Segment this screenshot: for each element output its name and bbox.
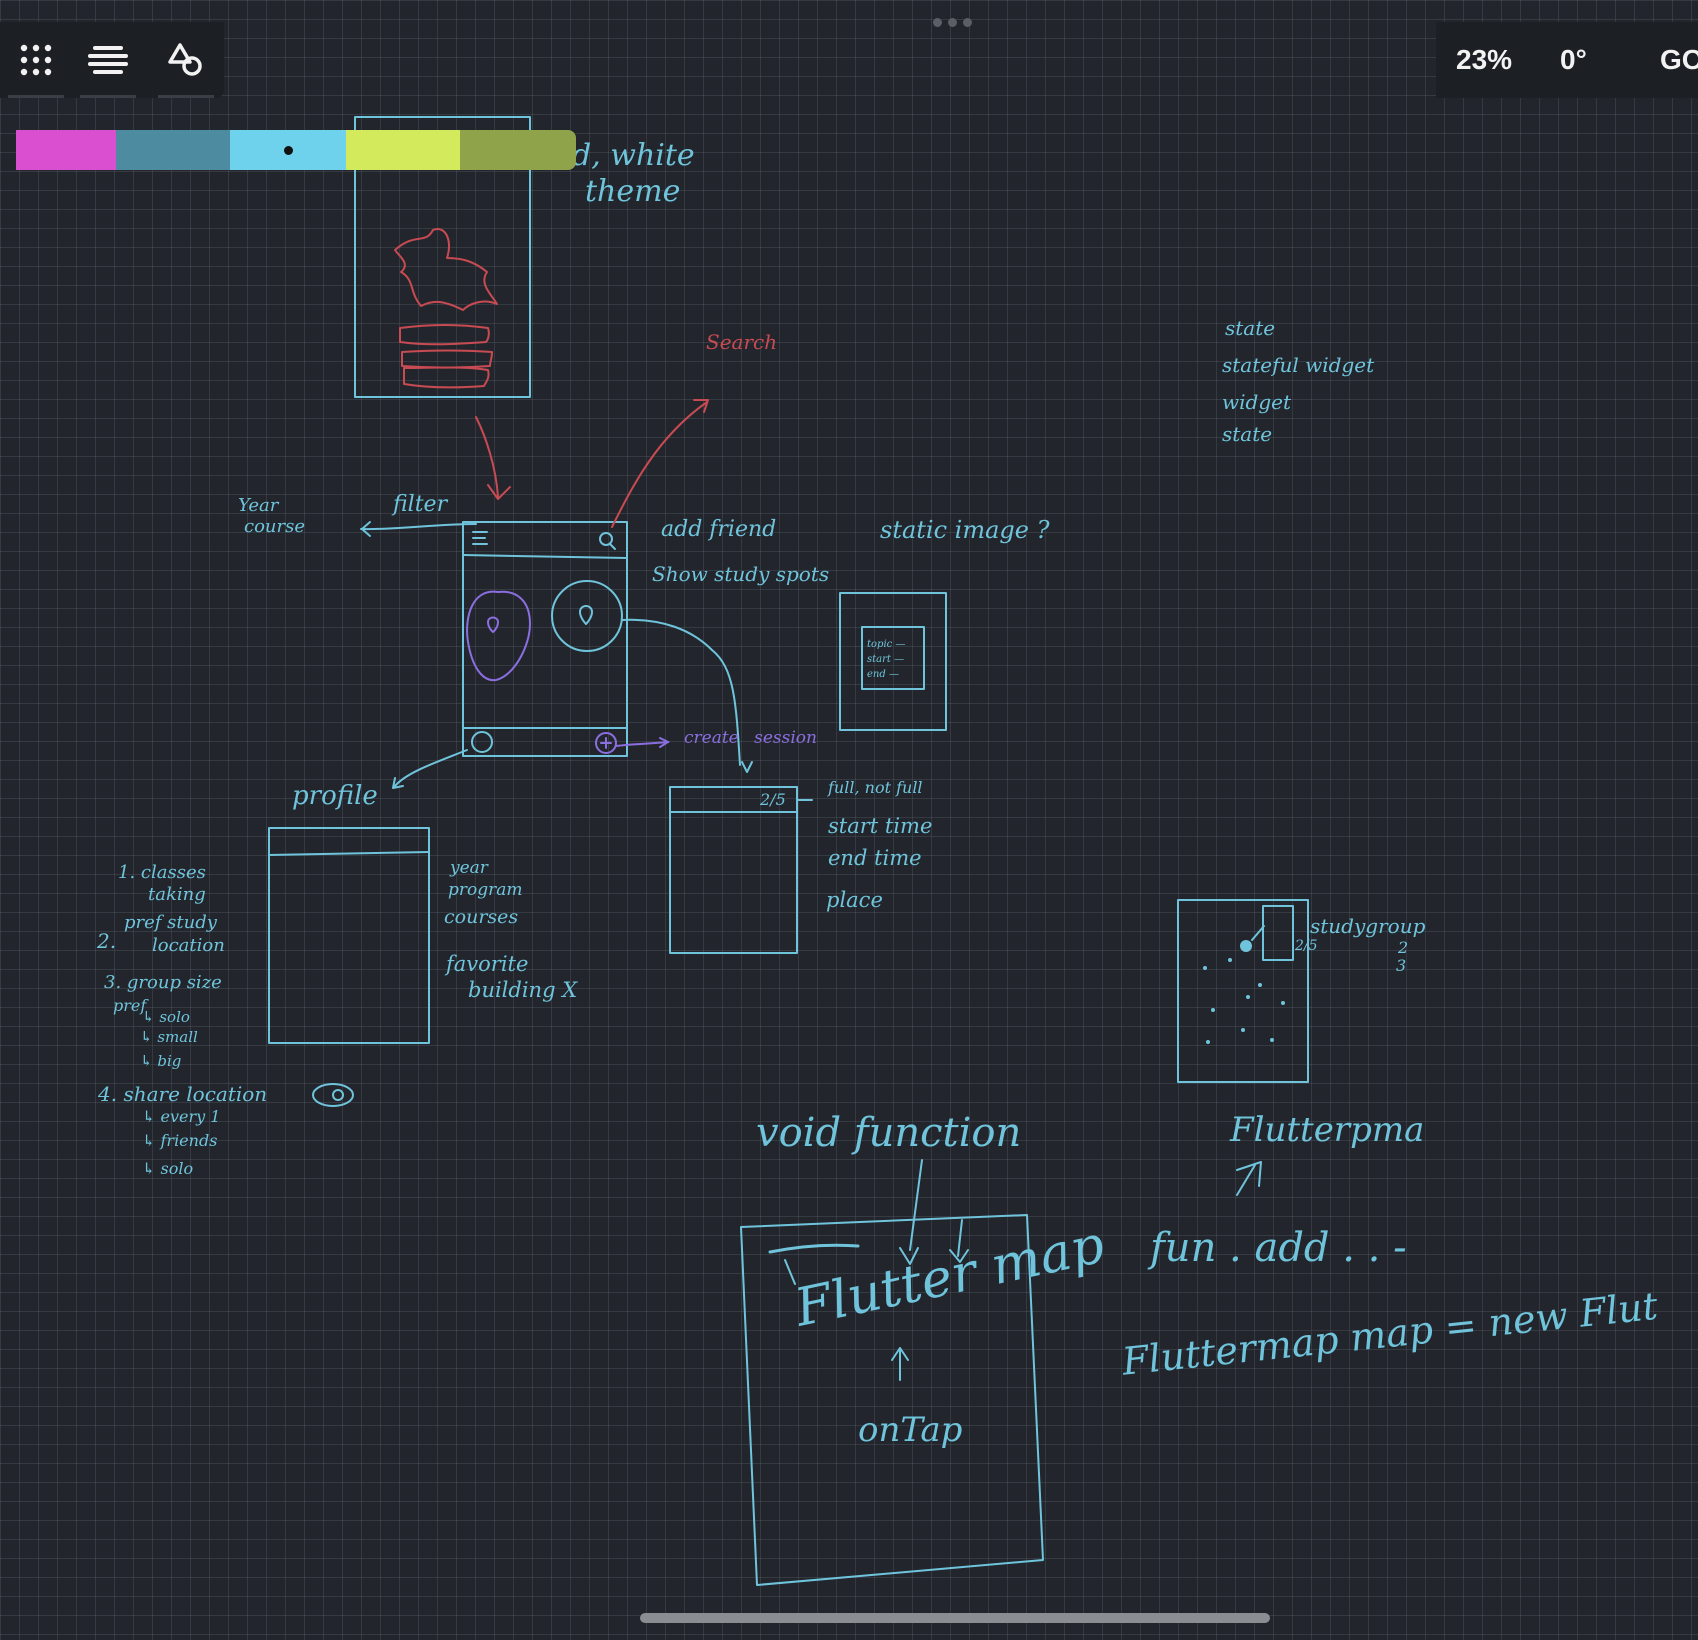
color-palette (16, 130, 576, 170)
phone-menu-icon (472, 531, 488, 545)
note-list-2: pref study (124, 912, 217, 933)
note-state-2: state (1222, 422, 1273, 446)
note-create-session: create session (684, 728, 817, 748)
color-swatch-olive[interactable] (460, 130, 576, 170)
note-fun-add: fun . add . . - (1150, 1225, 1407, 1271)
note-profile: profile (292, 781, 378, 811)
apps-grid-button[interactable] (0, 22, 72, 98)
note-list-1b: taking (148, 884, 206, 905)
color-swatch-teal[interactable] (116, 130, 230, 170)
selected-color-indicator (284, 146, 293, 155)
color-swatch-lime[interactable] (346, 130, 460, 170)
note-prof-building: building X (468, 978, 578, 1002)
note-filter: filter (393, 492, 448, 517)
note-state-1: state (1225, 316, 1276, 340)
rotation-angle[interactable]: 0° (1560, 44, 1587, 76)
note-full-not-full: full, not full (828, 778, 923, 797)
zoom-level[interactable]: 23% (1456, 44, 1512, 76)
note-list-2b: location (152, 935, 225, 956)
left-toolbar (0, 22, 224, 98)
shapes-tool-button[interactable] (150, 22, 222, 98)
note-static-image: static image ? (880, 516, 1050, 544)
note-widget: widget (1222, 390, 1291, 414)
note-year: Year (238, 495, 279, 516)
note-list-4: 4. share location (98, 1082, 268, 1106)
note-list-1: 1. classes (118, 862, 206, 883)
note-prof-courses: courses (444, 906, 519, 928)
note-stateful-widget: stateful widget (1222, 353, 1375, 377)
note-prof-favorite: favorite (446, 952, 529, 976)
note-list-3: 3. group size (104, 972, 222, 993)
layers-menu-icon (88, 46, 128, 74)
note-list-4-friends: ↳ friends (142, 1131, 218, 1150)
note-list-3-solo: ↳ solo (142, 1008, 190, 1026)
note-count-23b: 3 (1396, 956, 1407, 975)
note-show-study-spots: Show study spots (652, 562, 830, 586)
color-swatch-magenta[interactable] (16, 130, 116, 170)
note-search: Search (706, 330, 778, 354)
profile-smiley-icon (471, 731, 493, 753)
note-list-3-big: ↳ big (140, 1052, 182, 1070)
note-flutterpm: Flutterpma (1230, 1110, 1425, 1150)
note-prof-program: program (448, 880, 523, 900)
map-pin-icon (579, 605, 593, 625)
home-indicator[interactable] (640, 1613, 1270, 1623)
note-count-25: 2/5 (1295, 938, 1318, 954)
shapes-tool-icon (168, 43, 202, 76)
note-card-end: end — (867, 669, 899, 680)
note-prof-year: year (450, 858, 488, 878)
apps-grid-icon (20, 44, 52, 76)
note-list-4-every: ↳ every 1 (142, 1107, 221, 1126)
note-end-time: end time (828, 846, 922, 870)
note-session-count: 2/5 (760, 790, 786, 809)
note-theme: theme (585, 174, 681, 209)
go-button[interactable]: GO (1660, 44, 1698, 76)
note-ontap: onTap (858, 1410, 963, 1450)
note-theme-partial: d, white (572, 138, 695, 173)
note-add-friend: add friend (661, 517, 777, 542)
study-spot-circle (551, 580, 623, 652)
note-list-4-solo: ↳ solo (142, 1159, 194, 1178)
note-list-2num: 2. (97, 929, 117, 953)
note-void-function: void function (756, 1110, 1022, 1156)
note-card-start: start — (867, 654, 905, 665)
color-swatch-cyan[interactable] (230, 130, 346, 170)
note-list-3-small: ↳ small (140, 1028, 198, 1046)
drag-handle[interactable] (933, 18, 972, 27)
map-mock-frame (1177, 899, 1309, 1083)
note-place: place (826, 888, 883, 912)
note-course: course (244, 516, 306, 537)
note-start-time: start time (828, 814, 933, 838)
note-card-topic: topic — (867, 639, 906, 650)
note-study-group: studygroup (1310, 914, 1426, 938)
right-toolbar: 23% 0° GO (1436, 22, 1698, 98)
note-count-23: 2 (1398, 938, 1409, 957)
profile-frame (268, 827, 430, 1044)
layers-menu-button[interactable] (72, 22, 144, 98)
